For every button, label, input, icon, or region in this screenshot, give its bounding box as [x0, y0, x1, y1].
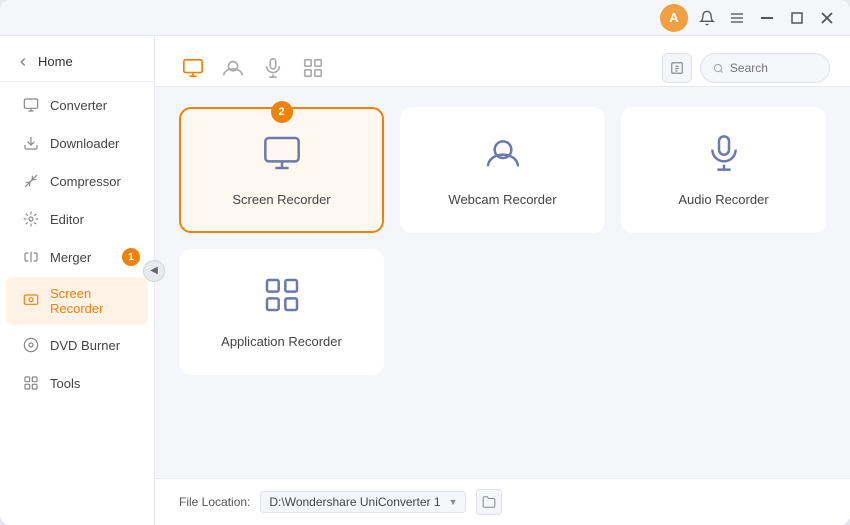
file-location-path: D:\Wondershare UniConverter 1 — [269, 495, 440, 509]
tab-grid[interactable] — [295, 50, 331, 86]
merger-icon — [22, 248, 40, 266]
audio-recorder-card-label: Audio Recorder — [678, 192, 768, 207]
card-application-recorder[interactable]: Application Recorder — [179, 249, 384, 375]
file-location-bar: File Location: D:\Wondershare UniConvert… — [155, 478, 850, 525]
sidebar-item-label: Tools — [50, 376, 80, 391]
tab-audio[interactable] — [255, 50, 291, 86]
webcam-recorder-card-icon — [483, 133, 523, 182]
sidebar-item-label: Screen Recorder — [50, 286, 132, 316]
app-window: A Home — [0, 0, 850, 525]
sidebar-home[interactable]: Home — [0, 46, 154, 77]
home-label: Home — [38, 54, 73, 69]
recorder-grid: 2 Screen Recorder Webcam Recorder — [155, 87, 850, 478]
card-webcam-recorder[interactable]: Webcam Recorder — [400, 107, 605, 233]
sidebar-collapse-button[interactable]: ◀ — [143, 260, 165, 282]
screen-recorder-badge: 2 — [271, 101, 293, 123]
maximize-button[interactable] — [786, 7, 808, 29]
open-folder-button[interactable] — [476, 489, 502, 515]
content-area: 2 Screen Recorder Webcam Recorder — [155, 36, 850, 525]
merger-badge: 1 — [122, 248, 140, 266]
screen-recorder-card-label: Screen Recorder — [232, 192, 330, 207]
sidebar: Home Converter Downloader — [0, 36, 155, 525]
content-toolbar — [155, 36, 850, 87]
history-button[interactable] — [662, 53, 692, 83]
sidebar-item-screen-recorder[interactable]: Screen Recorder — [6, 277, 148, 325]
file-location-label: File Location: — [179, 495, 250, 509]
application-recorder-card-label: Application Recorder — [221, 334, 342, 349]
sidebar-item-label: Downloader — [50, 136, 119, 151]
sidebar-item-label: Converter — [50, 98, 107, 113]
webcam-recorder-card-label: Webcam Recorder — [448, 192, 556, 207]
sidebar-item-label: Merger — [50, 250, 91, 265]
audio-recorder-card-icon — [704, 133, 744, 182]
tab-webcam[interactable] — [215, 50, 251, 86]
menu-button[interactable] — [726, 7, 748, 29]
card-audio-recorder[interactable]: Audio Recorder — [621, 107, 826, 233]
sidebar-item-label: Editor — [50, 212, 84, 227]
sidebar-divider — [0, 81, 154, 82]
sidebar-item-tools[interactable]: Tools — [6, 365, 148, 401]
compressor-icon — [22, 172, 40, 190]
user-avatar[interactable]: A — [660, 4, 688, 32]
notification-button[interactable] — [696, 7, 718, 29]
toolbar-right — [662, 53, 830, 83]
titlebar: A — [0, 0, 850, 36]
card-screen-recorder[interactable]: 2 Screen Recorder — [179, 107, 384, 233]
downloader-icon — [22, 134, 40, 152]
editor-icon — [22, 210, 40, 228]
sidebar-item-label: Compressor — [50, 174, 121, 189]
minimize-button[interactable] — [756, 7, 778, 29]
search-input[interactable] — [730, 61, 817, 75]
screen-recorder-icon — [22, 292, 40, 310]
application-recorder-card-icon — [262, 275, 302, 324]
dvd-burner-icon — [22, 336, 40, 354]
sidebar-item-converter[interactable]: Converter — [6, 87, 148, 123]
sidebar-item-dvd-burner[interactable]: DVD Burner — [6, 327, 148, 363]
screen-recorder-card-icon — [262, 133, 302, 182]
tools-icon — [22, 374, 40, 392]
sidebar-item-label: DVD Burner — [50, 338, 120, 353]
sidebar-item-compressor[interactable]: Compressor — [6, 163, 148, 199]
sidebar-item-downloader[interactable]: Downloader — [6, 125, 148, 161]
search-box[interactable] — [700, 53, 830, 83]
titlebar-controls: A — [660, 4, 838, 32]
close-button[interactable] — [816, 7, 838, 29]
main-layout: Home Converter Downloader — [0, 36, 850, 525]
tab-screen[interactable] — [175, 50, 211, 86]
dropdown-arrow-icon: ▼ — [449, 497, 458, 507]
toolbar-tabs — [175, 50, 331, 86]
converter-icon — [22, 96, 40, 114]
sidebar-item-merger[interactable]: Merger 1 — [6, 239, 148, 275]
file-location-dropdown[interactable]: D:\Wondershare UniConverter 1 ▼ — [260, 491, 466, 513]
sidebar-item-editor[interactable]: Editor — [6, 201, 148, 237]
